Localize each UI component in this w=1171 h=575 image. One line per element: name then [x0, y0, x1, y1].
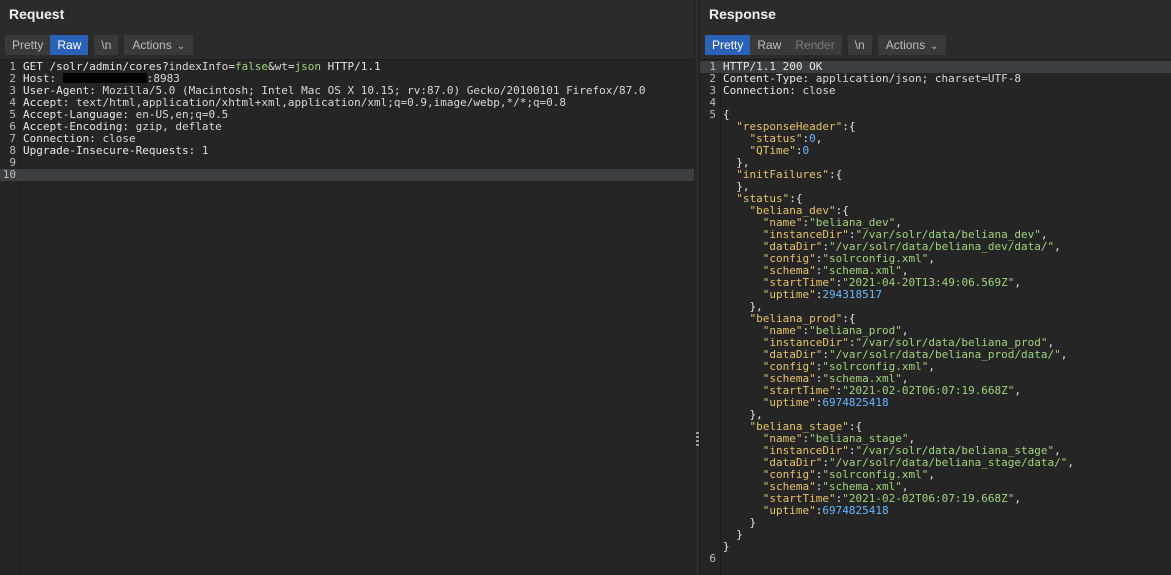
code-token: , — [928, 252, 935, 265]
code-token: 6974825418 — [822, 504, 889, 517]
response-code-line: "uptime":6974825418 — [700, 397, 1171, 409]
response-code-line: 4 — [700, 97, 1171, 109]
code-token: , — [1060, 348, 1068, 361]
response-tab-render[interactable]: Render — [788, 35, 842, 55]
response-title: Response — [709, 6, 776, 22]
line-number: 5 — [709, 108, 716, 121]
code-token: , — [1014, 384, 1022, 397]
response-tab-raw[interactable]: Raw — [750, 35, 789, 55]
response-pane: Response Pretty Raw Render \n Actions ⌄ 1… — [700, 0, 1171, 575]
code-token: close — [802, 84, 836, 97]
response-code-line: "uptime":6974825418 — [700, 505, 1171, 517]
request-code-line: 9 — [0, 157, 694, 169]
code-token: , — [928, 360, 935, 373]
response-tab-pretty[interactable]: Pretty — [705, 35, 751, 55]
code-token: "uptime" — [762, 504, 816, 517]
line-number: 6 — [709, 552, 716, 565]
code-token: gzip, deflate — [135, 120, 222, 133]
code-token: , — [1054, 240, 1061, 253]
response-actions-button[interactable]: Actions ⌄ — [877, 35, 947, 55]
request-code-line: 8 Upgrade-Insecure-Requests: 1 — [0, 145, 694, 157]
request-actions-button[interactable]: Actions ⌄ — [124, 35, 194, 55]
response-code-line: 3 Connection: close — [700, 85, 1171, 97]
request-code-line: 1 GET /solr/admin/cores?indexInfo=false&w… — [0, 61, 694, 73]
code-token: HTTP/1.1 — [321, 60, 381, 73]
code-token: 294318517 — [822, 288, 882, 301]
request-tab-pretty[interactable]: Pretty — [5, 35, 51, 55]
code-token: wt — [274, 60, 288, 73]
code-token: json — [294, 60, 322, 73]
response-lines: 1 HTTP/1.1 200 OK 2 Content-Type: applicati… — [700, 61, 1171, 565]
line-content: } — [723, 541, 730, 553]
request-code-line: 10 — [0, 169, 694, 181]
line-content: GET /solr/admin/cores?indexInfo=false&wt… — [23, 61, 381, 73]
response-code-line: } — [700, 529, 1171, 541]
code-token: false — [234, 60, 269, 73]
line-content: Connection: close — [723, 85, 836, 97]
request-actions-label: Actions — [132, 38, 172, 52]
code-token: :{ — [842, 120, 856, 133]
chevron-down-icon: ⌄ — [930, 41, 939, 52]
response-toolbar: Pretty Raw Render \n Actions ⌄ — [705, 35, 947, 55]
request-tab-raw[interactable]: Raw — [50, 35, 89, 55]
code-token: = — [228, 60, 235, 73]
response-newline-toggle[interactable]: \n — [847, 35, 872, 55]
code-token: 1 — [201, 144, 209, 157]
code-token: Connection: — [723, 84, 803, 97]
response-code-line: "QTime":0 — [700, 145, 1171, 157]
drag-handle-icon[interactable] — [696, 432, 699, 446]
code-token: , — [815, 132, 823, 145]
chevron-down-icon: ⌄ — [176, 41, 186, 52]
code-token: application/json; charset=UTF-8 — [815, 72, 1022, 85]
request-pane: Request Pretty Raw \n Actions ⌄ 1 GET /sol… — [0, 0, 694, 575]
code-token: , — [1067, 456, 1075, 469]
code-token: = — [287, 60, 295, 73]
redacted-host — [62, 73, 147, 83]
code-token: , — [928, 468, 935, 481]
line-number: 10 — [2, 168, 16, 181]
request-lines: 1 GET /solr/admin/cores?indexInfo=false&w… — [0, 61, 694, 181]
code-token: "uptime" — [762, 396, 816, 409]
code-token: Upgrade-Insecure-Requests: — [23, 144, 202, 157]
code-token: , — [1014, 276, 1022, 289]
response-editor[interactable]: 1 HTTP/1.1 200 OK 2 Content-Type: applicati… — [700, 59, 1171, 575]
response-code-line: 6 — [700, 553, 1171, 565]
request-toolbar: Pretty Raw \n Actions ⌄ — [5, 35, 194, 55]
response-code-line: } — [700, 541, 1171, 553]
code-token: 6974825418 — [822, 396, 889, 409]
response-actions-label: Actions — [885, 38, 926, 52]
code-token: , — [1014, 492, 1022, 505]
code-token: 0 — [809, 132, 816, 145]
code-token: 0 — [802, 144, 810, 157]
code-token: & — [268, 60, 275, 73]
code-token: "initFailures" — [736, 168, 829, 181]
response-code-line: } — [700, 517, 1171, 529]
response-code-line: "initFailures":{ — [700, 169, 1171, 181]
code-token: "QTime" — [749, 144, 796, 157]
code-token: :{ — [828, 168, 843, 181]
code-token: } — [723, 540, 730, 553]
request-editor[interactable]: 1 GET /solr/admin/cores?indexInfo=false&w… — [0, 59, 694, 575]
response-code-line: "uptime":294318517 — [700, 289, 1171, 301]
request-title: Request — [9, 6, 65, 22]
line-content: Upgrade-Insecure-Requests: 1 — [23, 145, 208, 157]
code-token: "uptime" — [762, 288, 816, 301]
request-newline-toggle[interactable]: \n — [94, 35, 119, 55]
